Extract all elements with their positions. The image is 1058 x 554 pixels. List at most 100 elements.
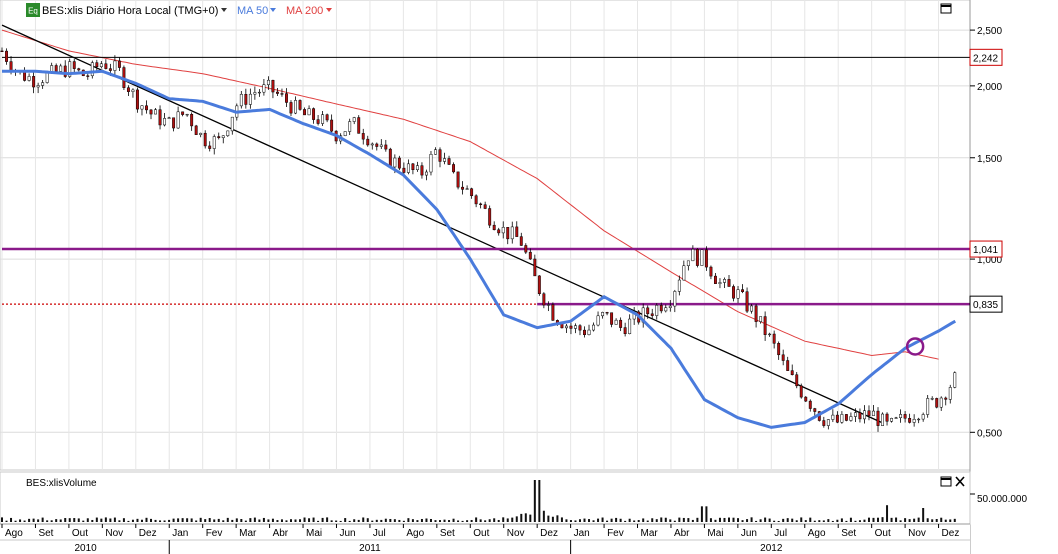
price-bar: [835, 414, 839, 423]
price-bar: [406, 163, 410, 173]
volume-bar: [280, 519, 283, 522]
price-bar: [226, 130, 230, 137]
price-bar: [546, 304, 550, 306]
volume-bar: [895, 517, 898, 522]
volume-bar: [949, 519, 952, 522]
price-bar: [330, 119, 334, 132]
price-bar: [32, 76, 36, 88]
volume-bar: [877, 517, 880, 522]
volume-bar: [610, 518, 613, 522]
price-bar: [704, 249, 708, 268]
price-bar: [375, 143, 379, 147]
volume-bar: [434, 520, 437, 522]
y-tick-label: 0,500: [977, 428, 1002, 439]
price-bar: [578, 325, 582, 331]
price-pane: [0, 0, 971, 524]
volume-bar: [86, 518, 89, 522]
volume-bar: [389, 518, 392, 522]
price-plot-area: [0, 0, 971, 471]
price-bar: [479, 203, 483, 205]
volume-bar: [226, 517, 229, 522]
volume-bar: [371, 520, 374, 522]
volume-tick-label: 50.000.000: [977, 494, 1027, 505]
volume-bar: [867, 517, 870, 522]
price-bar: [885, 413, 889, 422]
price-bar: [167, 117, 171, 119]
volume-bar: [678, 517, 681, 522]
volume-bar: [800, 517, 803, 522]
volume-bar: [904, 518, 907, 522]
price-bar: [397, 157, 401, 169]
price-bar: [736, 289, 740, 299]
price-bar: [714, 275, 717, 284]
price-bar: [357, 117, 361, 134]
month-label: Ago: [5, 528, 23, 539]
chart-title[interactable]: BES:xlis Diário Hora Local (TMG+0): [42, 5, 218, 17]
price-bar: [695, 249, 699, 266]
year-label: 2010: [74, 543, 97, 554]
volume-bar: [533, 480, 536, 522]
volume-bar: [822, 520, 825, 522]
volume-bar: [899, 520, 902, 522]
volume-bar: [858, 520, 861, 522]
volume-plot-area: [0, 471, 971, 525]
price-bar: [41, 82, 45, 86]
ma50-label[interactable]: MA 50: [237, 5, 268, 17]
price-bar: [899, 414, 903, 418]
price-bar: [718, 282, 722, 284]
volume-bar: [940, 517, 943, 522]
ma200-label[interactable]: MA 200: [286, 5, 323, 17]
volume-bar: [791, 518, 794, 522]
volume-bar: [326, 517, 329, 522]
volume-bar: [669, 519, 672, 522]
volume-bar: [448, 520, 451, 522]
price-bar: [754, 305, 758, 322]
volume-bar: [691, 519, 694, 522]
price-bar: [438, 149, 442, 162]
volume-bar: [538, 480, 541, 522]
volume-bar: [244, 520, 247, 522]
price-bar: [275, 91, 279, 94]
volume-bar: [249, 518, 252, 522]
price-bar: [483, 204, 487, 209]
price-bar: [623, 327, 627, 335]
price-bar: [826, 419, 830, 426]
volume-bar: [931, 519, 934, 522]
price-bar: [723, 279, 726, 283]
price-bar: [732, 286, 735, 299]
price-bar: [203, 132, 207, 147]
price-bar: [131, 89, 135, 92]
volume-bar: [502, 517, 505, 522]
volume-bar: [642, 518, 645, 522]
price-bar: [763, 316, 767, 335]
price-bar: [285, 93, 288, 103]
volume-bar: [831, 520, 834, 522]
volume-bar: [597, 518, 600, 522]
month-label: Mai: [707, 528, 723, 539]
price-bar: [894, 417, 898, 419]
volume-bar: [497, 519, 500, 522]
price-bar: [348, 121, 352, 132]
volume-bar: [556, 515, 559, 522]
volume-bar: [357, 519, 360, 522]
volume-bar: [917, 517, 920, 522]
volume-bar: [845, 520, 848, 522]
price-bar: [768, 333, 772, 336]
volume-bar: [601, 517, 604, 522]
volume-bar: [475, 517, 478, 522]
volume-bar: [511, 517, 514, 522]
month-label: Fev: [206, 528, 223, 539]
volume-bar: [82, 520, 85, 522]
price-bar: [574, 325, 577, 329]
volume-bar: [32, 518, 35, 522]
volume-bar: [122, 518, 125, 522]
volume-bar: [615, 517, 618, 522]
volume-bar: [154, 519, 157, 522]
price-bar: [759, 316, 763, 322]
price-bar: [921, 414, 925, 420]
volume-bar: [177, 518, 180, 522]
volume-bar: [285, 520, 288, 522]
volume-bar: [5, 520, 8, 522]
price-bar: [217, 136, 221, 138]
price-bar: [9, 61, 13, 71]
